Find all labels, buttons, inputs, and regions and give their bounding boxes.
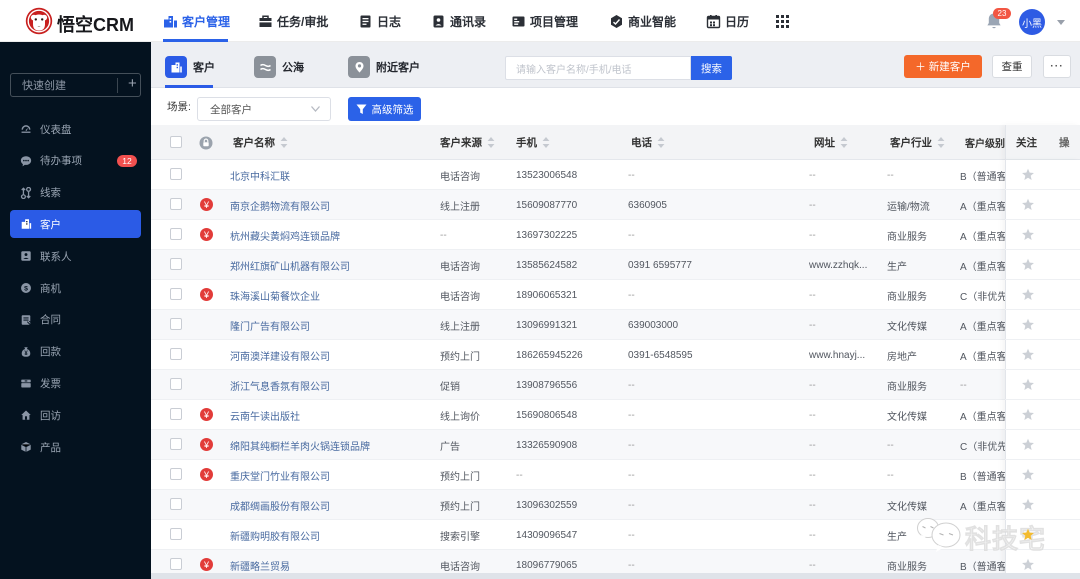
svg-text:$: $ <box>24 286 28 293</box>
